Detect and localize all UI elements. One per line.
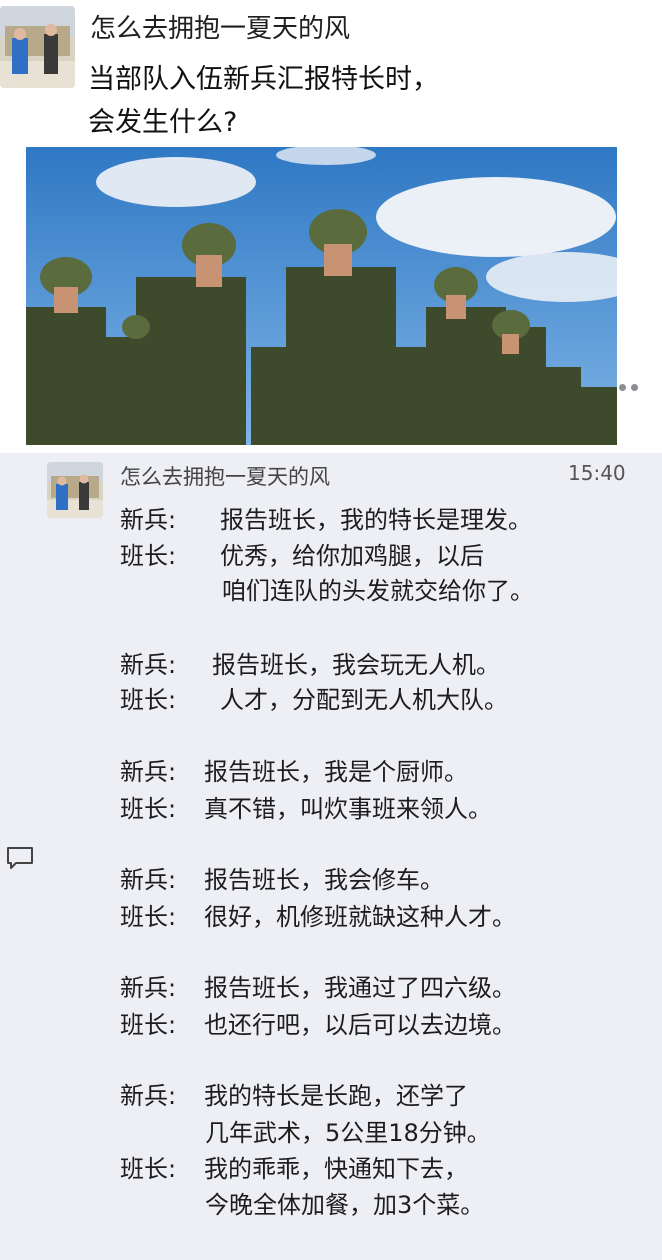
dialogue-text: 优秀，给你加鸡腿，以后 xyxy=(220,542,484,570)
dialogue-text: 今晚全体加餐，加3个菜。 xyxy=(205,1191,485,1219)
post-text-line-2: 会发生什么? xyxy=(88,107,238,138)
dialogue-text: 也还行吧，以后可以去边境。 xyxy=(204,1011,516,1039)
speaker-label: 班长: xyxy=(120,686,177,714)
dialogue-text: 很好，机修班就缺这种人才。 xyxy=(204,903,516,931)
dialogue-text: 报告班长，我是个厨师。 xyxy=(204,758,468,786)
speaker-label: 班长: xyxy=(120,795,177,823)
dialogue-text: 我的乖乖，快通知下去， xyxy=(204,1155,468,1183)
dialogue-text: 报告班长，我通过了四六级。 xyxy=(204,974,516,1002)
speaker-label: 班长: xyxy=(120,1155,177,1183)
comment-icon[interactable] xyxy=(5,845,35,871)
speaker-label: 班长: xyxy=(120,542,177,570)
post-photo-soldiers[interactable] xyxy=(26,147,617,445)
reply-author-name[interactable]: 怎么去拥抱一夏天的风 xyxy=(120,461,330,491)
dialogue-text: 几年武术，5公里18分钟。 xyxy=(205,1119,491,1147)
reply-timestamp: 15:40 xyxy=(568,461,626,485)
speaker-label: 新兵: xyxy=(120,1082,177,1110)
dialogue-text: 人才，分配到无人机大队。 xyxy=(220,686,508,714)
reply-author-avatar[interactable] xyxy=(47,462,103,518)
speaker-label: 新兵: xyxy=(120,758,177,786)
dialogue-text: 报告班长，我会玩无人机。 xyxy=(212,651,500,679)
post-author-name[interactable]: 怎么去拥抱一夏天的风 xyxy=(90,8,350,45)
dialogue-text: 咱们连队的头发就交给你了。 xyxy=(222,577,534,605)
dialogue-text: 我的特长是长跑，还学了 xyxy=(204,1082,468,1110)
speaker-label: 新兵: xyxy=(120,651,177,679)
speaker-label: 新兵: xyxy=(120,506,177,534)
speaker-label: 班长: xyxy=(120,903,177,931)
more-dots-icon[interactable] xyxy=(617,380,643,394)
dialogue-text: 报告班长，我的特长是理发。 xyxy=(220,506,532,534)
speaker-label: 班长: xyxy=(120,1011,177,1039)
post-text-line-1: 当部队入伍新兵汇报特长时， xyxy=(88,64,439,95)
author-avatar[interactable] xyxy=(0,6,75,88)
dialogue-text: 真不错，叫炊事班来领人。 xyxy=(204,795,492,823)
speaker-label: 新兵: xyxy=(120,866,177,894)
speaker-label: 新兵: xyxy=(120,974,177,1002)
dialogue-text: 报告班长，我会修车。 xyxy=(204,866,444,894)
